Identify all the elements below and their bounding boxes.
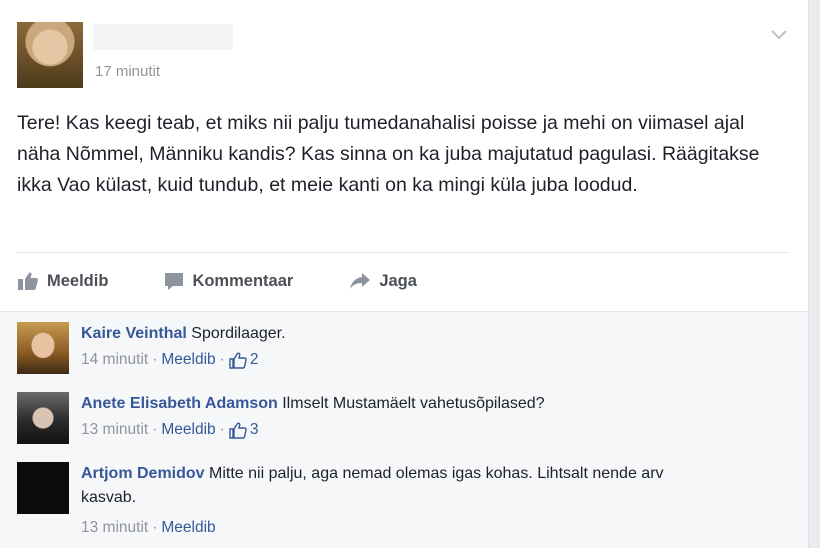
thumbs-up-outline-icon <box>229 422 247 439</box>
commenter-name[interactable]: Anete Elisabeth Adamson <box>81 395 278 412</box>
comments-section: Kaire Veinthal Spordilaager. 14 minutit … <box>0 311 808 548</box>
meta-separator: · <box>152 421 158 438</box>
comment-like-link[interactable]: Meeldib <box>161 418 215 442</box>
share-arrow-icon <box>350 273 371 289</box>
comment-button[interactable]: Kommentaar <box>164 272 293 291</box>
like-count[interactable]: 2 <box>229 348 259 372</box>
commenter-name[interactable]: Artjom Demidov <box>81 465 205 482</box>
comment-like-link[interactable]: Meeldib <box>161 516 215 540</box>
commenter-avatar[interactable] <box>17 392 69 444</box>
meta-separator: · <box>152 519 158 536</box>
like-button[interactable]: Meeldib <box>17 271 108 291</box>
post-timestamp[interactable]: 17 minutit <box>95 63 160 80</box>
share-button[interactable]: Jaga <box>349 272 417 291</box>
comment-label: Kommentaar <box>192 271 294 290</box>
comment-time[interactable]: 13 minutit <box>81 418 148 442</box>
commenter-name[interactable]: Kaire Veinthal <box>81 325 187 342</box>
author-avatar[interactable] <box>17 22 83 88</box>
comment-time[interactable]: 13 minutit <box>81 516 148 540</box>
commenter-avatar[interactable] <box>17 322 69 374</box>
like-label: Meeldib <box>47 271 109 290</box>
chevron-down-icon[interactable] <box>768 26 790 44</box>
comment-text: Spordilaager. <box>191 325 286 342</box>
commenter-avatar[interactable] <box>17 462 69 514</box>
share-label: Jaga <box>379 271 417 290</box>
thumbs-up-outline-icon <box>229 352 247 369</box>
comment-icon <box>165 272 184 290</box>
post-card: 17 minutit Tere! Kas keegi teab, et miks… <box>0 0 809 548</box>
comment-like-link[interactable]: Meeldib <box>161 348 215 372</box>
post-actions: Meeldib Kommentaar Jaga <box>17 266 417 296</box>
comment-text: Ilmselt Mustamäelt vahetusõpilased? <box>282 395 545 412</box>
like-count-value: 2 <box>249 351 259 368</box>
meta-separator: · <box>152 351 158 368</box>
thumbs-up-icon <box>18 272 38 290</box>
comment-time[interactable]: 14 minutit <box>81 348 148 372</box>
like-count-value: 3 <box>249 421 259 438</box>
divider <box>17 252 789 253</box>
like-count[interactable]: 3 <box>229 418 259 442</box>
author-name-redacted <box>93 24 233 50</box>
meta-separator: · <box>219 421 225 438</box>
post-text: Tere! Kas keegi teab, et miks nii palju … <box>17 112 760 196</box>
meta-separator: · <box>219 351 225 368</box>
